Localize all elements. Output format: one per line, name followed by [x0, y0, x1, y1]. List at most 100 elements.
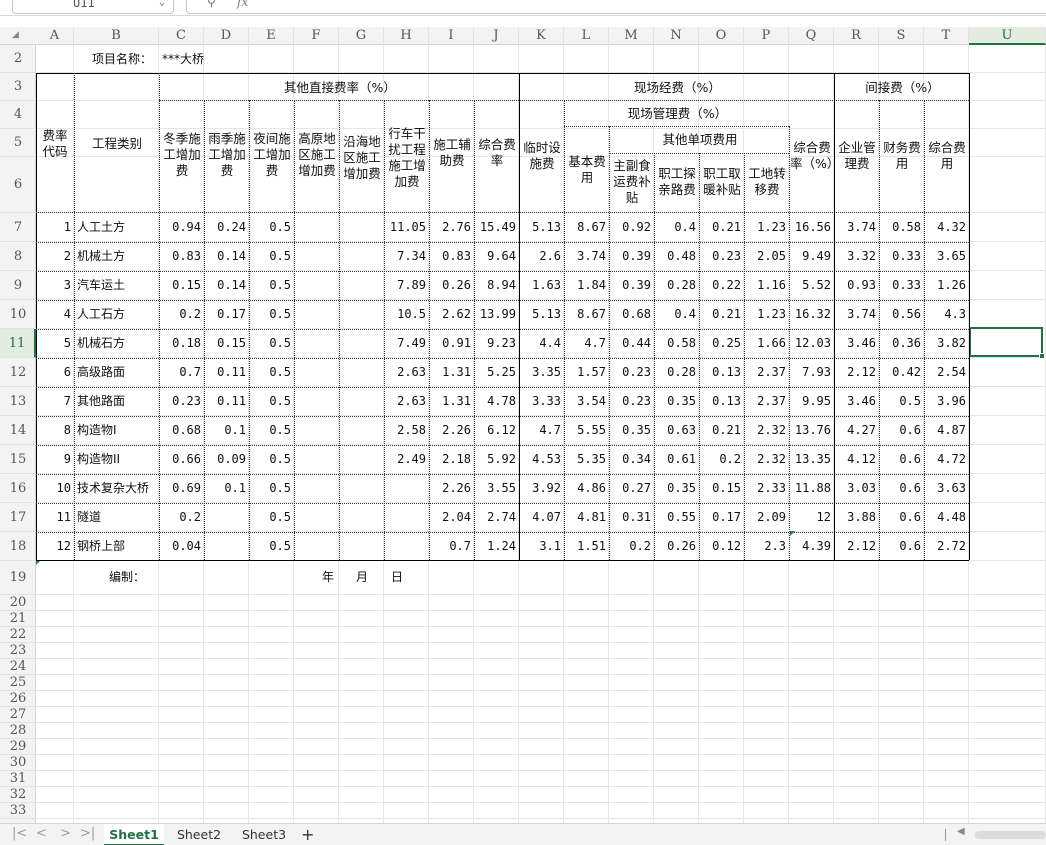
row-header-10[interactable]: 10 [0, 300, 36, 329]
column-header-g[interactable]: G [339, 27, 384, 45]
column-header-e[interactable]: E [249, 27, 294, 45]
chevron-down-icon[interactable]: ⌄ [159, 0, 165, 8]
row-header-25[interactable]: 25 [0, 675, 36, 691]
fx-icon[interactable]: fx [237, 0, 248, 9]
table-border [36, 387, 969, 388]
column-header-m[interactable]: M [609, 27, 654, 45]
rate-cell-t: 2.72 [937, 539, 966, 553]
rate-code-cell: 7 [63, 394, 71, 408]
gridline [36, 610, 1046, 611]
row-header-14[interactable]: 14 [0, 416, 36, 445]
row-header-9[interactable]: 9 [0, 271, 36, 300]
column-header-p[interactable]: P [744, 27, 789, 45]
last-sheet-icon[interactable]: >| [80, 826, 95, 841]
add-sheet-button[interactable]: + [301, 825, 314, 844]
sheet-tab-1[interactable]: Sheet1 [104, 824, 164, 845]
sheet-tab-2[interactable]: Sheet2 [170, 824, 228, 845]
fill-handle[interactable] [1039, 353, 1045, 359]
rate-code-cell: 5 [63, 336, 71, 350]
row-header-2[interactable]: 2 [0, 45, 36, 73]
row-header-19[interactable]: 19 [0, 561, 36, 595]
row-header-3[interactable]: 3 [0, 73, 36, 101]
column-header-i[interactable]: I [429, 27, 474, 45]
next-sheet-icon[interactable]: > [60, 826, 71, 841]
scroll-left-icon[interactable]: ◀ [957, 826, 965, 837]
row-header-23[interactable]: 23 [0, 643, 36, 659]
zoom-icon[interactable]: ⚲ [207, 0, 216, 9]
name-box[interactable]: U11 ⌄ [12, 0, 174, 14]
sheet-tab-3[interactable]: Sheet3 [235, 824, 293, 845]
row-header-4[interactable]: 4 [0, 101, 36, 129]
rate-cell-d: 0.09 [217, 452, 246, 466]
row-header-32[interactable]: 32 [0, 787, 36, 803]
row-header-26[interactable]: 26 [0, 691, 36, 707]
gridline [36, 802, 1046, 803]
row-header-5[interactable]: 5 [0, 129, 36, 157]
row-header-29[interactable]: 29 [0, 739, 36, 755]
column-header-l[interactable]: L [564, 27, 609, 45]
rate-cell-p: 1.16 [757, 278, 786, 292]
column-header-t[interactable]: T [924, 27, 969, 45]
rate-cell-m: 0.35 [622, 423, 651, 437]
row-header-17[interactable]: 17 [0, 503, 36, 532]
rate-cell-n: 0.55 [667, 510, 696, 524]
row-header-18[interactable]: 18 [0, 532, 36, 561]
worksheet-grid[interactable]: 项目名称： ***大桥 费率代码 工程类别 其他直接费率（%） 冬季施工增加费 … [36, 45, 1046, 823]
prev-sheet-icon[interactable]: < [36, 826, 47, 841]
rate-cell-c: 0.2 [179, 307, 201, 321]
row-header-12[interactable]: 12 [0, 358, 36, 387]
column-headers: ◢ ABCDEFGHIJKLMNOPQRSTU [0, 27, 1046, 45]
rate-cell-q: 11.88 [794, 481, 831, 495]
row-header-6[interactable]: 6 [0, 157, 36, 213]
row-header-28[interactable]: 28 [0, 723, 36, 739]
row-header-11[interactable]: 11 [0, 329, 36, 358]
rate-cell-s: 0.6 [899, 423, 921, 437]
rate-cell-l: 5.35 [577, 452, 606, 466]
column-header-h[interactable]: H [384, 27, 429, 45]
header-other-items: 其他单项费用 [662, 132, 738, 147]
row-header-20[interactable]: 20 [0, 595, 36, 611]
column-header-b[interactable]: B [74, 27, 159, 45]
rate-cell-m: 0.68 [622, 307, 651, 321]
header-finance: 财务费用 [883, 140, 921, 171]
row-header-16[interactable]: 16 [0, 474, 36, 503]
row-header-15[interactable]: 15 [0, 445, 36, 474]
column-header-u[interactable]: U [969, 27, 1046, 45]
column-header-o[interactable]: O [699, 27, 744, 45]
header-night: 夜间施工增加费 [253, 131, 291, 178]
column-header-a[interactable]: A [36, 27, 74, 45]
row-header-24[interactable]: 24 [0, 659, 36, 675]
rate-cell-j: 1.24 [487, 539, 516, 553]
row-header-22[interactable]: 22 [0, 627, 36, 643]
row-header-27[interactable]: 27 [0, 707, 36, 723]
category-cell: 汽车运土 [77, 278, 126, 292]
rate-cell-o: 0.21 [712, 220, 741, 234]
table-border [924, 100, 925, 560]
rate-cell-r: 2.12 [847, 365, 876, 379]
column-header-f[interactable]: F [294, 27, 339, 45]
row-header-33[interactable]: 33 [0, 803, 36, 819]
select-all-corner[interactable]: ◢ [0, 27, 36, 45]
column-header-n[interactable]: N [654, 27, 699, 45]
row-header-30[interactable]: 30 [0, 755, 36, 771]
column-header-d[interactable]: D [204, 27, 249, 45]
formula-input[interactable]: ⚲ fx [186, 0, 1046, 14]
column-header-q[interactable]: Q [789, 27, 834, 45]
selected-cell[interactable] [969, 327, 1045, 359]
horizontal-scrollbar[interactable] [975, 831, 1046, 839]
gridline [36, 626, 1046, 627]
column-header-s[interactable]: S [879, 27, 924, 45]
column-header-c[interactable]: C [159, 27, 204, 45]
row-header-31[interactable]: 31 [0, 771, 36, 787]
row-header-21[interactable]: 21 [0, 611, 36, 627]
row-header-7[interactable]: 7 [0, 213, 36, 242]
first-sheet-icon[interactable]: |< [12, 826, 27, 841]
column-header-k[interactable]: K [519, 27, 564, 45]
rate-cell-l: 5.55 [577, 423, 606, 437]
row-header-8[interactable]: 8 [0, 242, 36, 271]
column-header-r[interactable]: R [834, 27, 879, 45]
column-header-j[interactable]: J [474, 27, 519, 45]
row-header-13[interactable]: 13 [0, 387, 36, 416]
rate-code-cell: 1 [63, 220, 71, 234]
rate-cell-p: 2.32 [757, 423, 786, 437]
